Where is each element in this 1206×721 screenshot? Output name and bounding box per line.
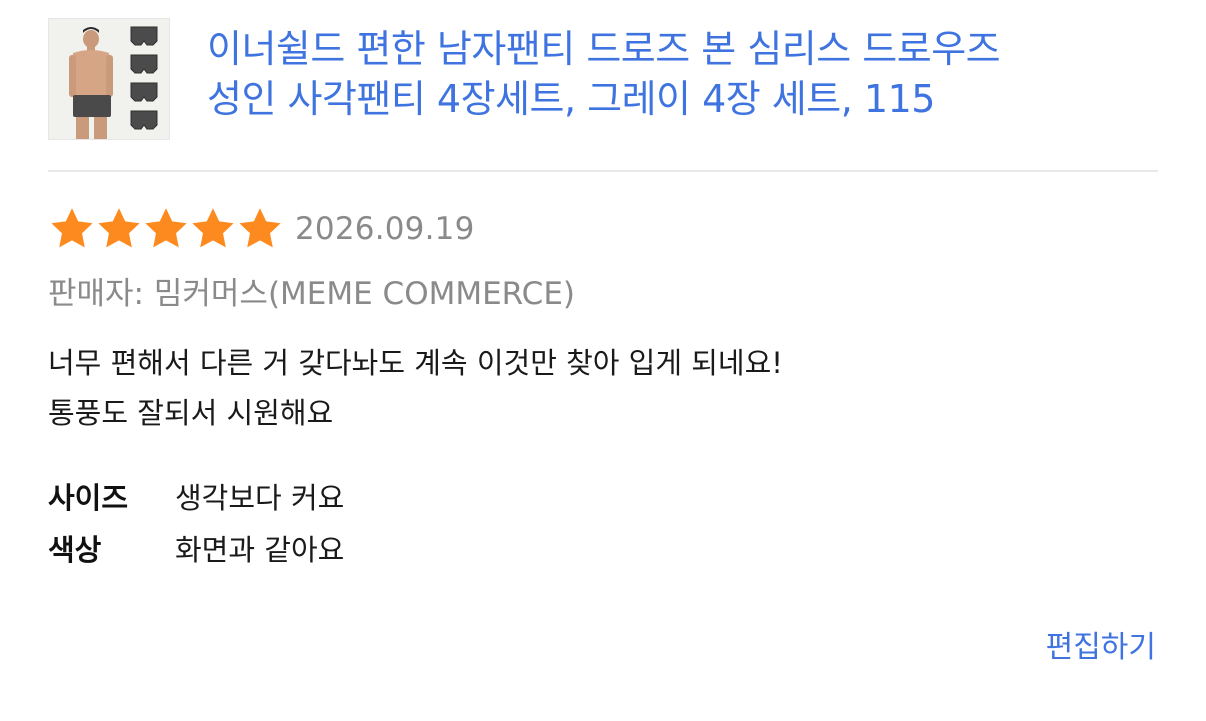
attribute-row-size: 사이즈 생각보다 커요 — [48, 470, 344, 522]
product-title-link[interactable]: 이너쉴드 편한 남자팬티 드로즈 본 심리스 드로우즈 성인 사각팬티 4장세트… — [207, 24, 1167, 124]
attribute-value: 화면과 같아요 — [175, 533, 345, 567]
edit-review-link[interactable]: 편집하기 — [1046, 622, 1156, 666]
attribute-row-color: 색상 화면과 같아요 — [48, 522, 344, 574]
review-text-line2: 통풍도 잘되서 시원해요 — [48, 396, 334, 430]
review-text: 너무 편해서 다른 거 갖다놔도 계속 이것만 찾아 입게 되네요! 통풍도 잘… — [48, 338, 783, 438]
attribute-value: 생각보다 커요 — [175, 481, 345, 515]
review-date: 2026.09.19 — [295, 211, 475, 247]
star-rating — [48, 205, 283, 253]
review-attributes: 사이즈 생각보다 커요 색상 화면과 같아요 — [48, 470, 344, 574]
star-icon — [98, 208, 140, 248]
product-thumbnail[interactable] — [48, 18, 170, 140]
attribute-key: 색상 — [48, 533, 102, 567]
product-title-line2: 성인 사각팬티 4장세트, 그레이 4장 세트, 115 — [207, 77, 935, 121]
product-title-line1: 이너쉴드 편한 남자팬티 드로즈 본 심리스 드로우즈 — [207, 27, 1001, 71]
star-icon — [239, 208, 281, 248]
star-icon — [145, 208, 187, 248]
header-divider — [48, 170, 1158, 172]
star-icon — [51, 208, 93, 248]
product-header: 이너쉴드 편한 남자팬티 드로즈 본 심리스 드로우즈 성인 사각팬티 4장세트… — [48, 18, 1158, 142]
seller-name: 판매자: 밈커머스(MEME COMMERCE) — [48, 276, 576, 312]
attribute-key: 사이즈 — [48, 481, 129, 515]
rating-row: 2026.09.19 — [48, 204, 475, 254]
review-text-line1: 너무 편해서 다른 거 갖다놔도 계속 이것만 찾아 입게 되네요! — [48, 346, 783, 380]
star-icon — [192, 208, 234, 248]
product-thumbnail-image — [49, 19, 169, 139]
